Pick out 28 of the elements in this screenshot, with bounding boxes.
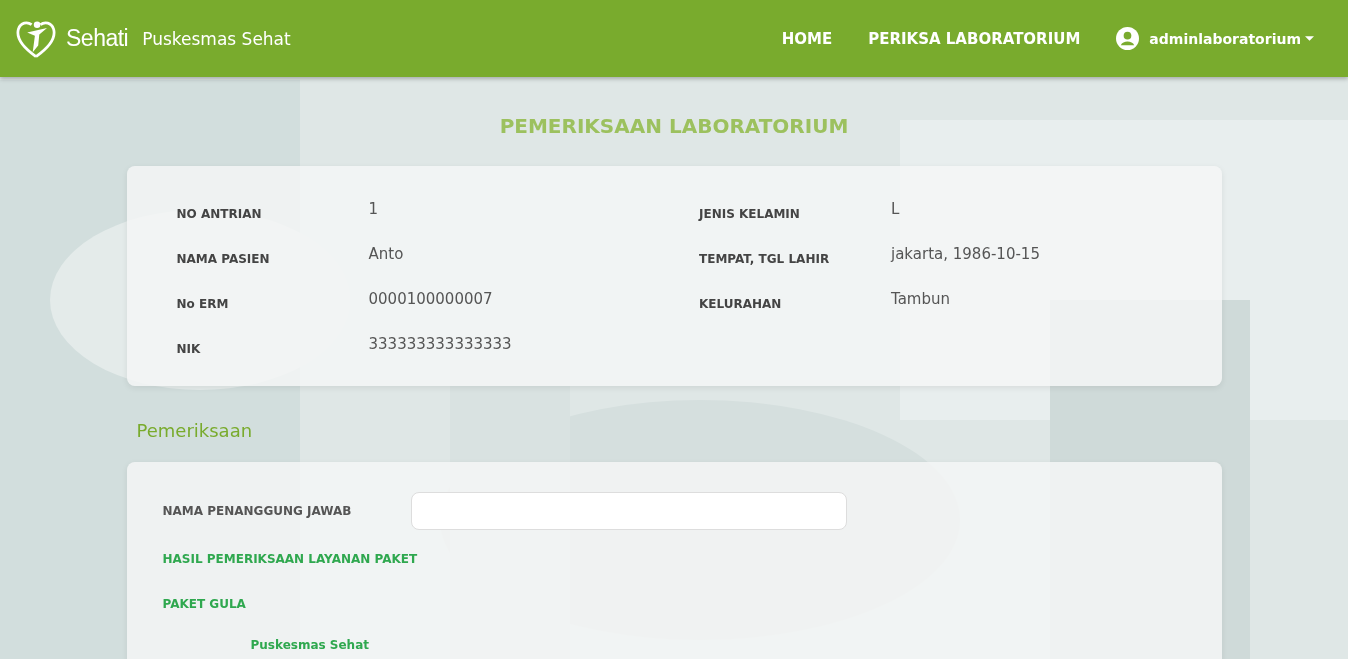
caret-icon[interactable] [1305, 35, 1314, 42]
field-label: NAMA PASIEN [176, 252, 271, 266]
field-label: TEMPAT, TGL LAHIR [699, 252, 831, 266]
brand-name[interactable]: Puskesmas Sehat [142, 28, 291, 49]
package-name: PAKET GULA [162, 597, 246, 611]
field-value: jakarta, 1986-10-15 [891, 245, 1040, 263]
field-value: 1 [368, 200, 379, 218]
field-value: 0000100000007 [368, 290, 493, 308]
field-label: NO ANTRIAN [176, 207, 263, 221]
nav-link[interactable]: HOME [781, 29, 833, 48]
field-label: NAMA PENANGGUNG JAWAB [162, 504, 353, 518]
field-value: Anto [368, 245, 404, 263]
result-heading: HASIL PEMERIKSAAN LAYANAN PAKET [162, 552, 418, 566]
user-menu[interactable]: adminlaboratorium [1149, 30, 1301, 47]
field-value: L [891, 200, 900, 218]
page-title: PEMERIKSAAN LABORATORIUM [499, 114, 849, 138]
user-avatar-icon[interactable] [1116, 27, 1140, 50]
field-label: NIK [176, 342, 202, 356]
field-value: Tambun [891, 290, 951, 308]
field-label: KELURAHAN [699, 297, 783, 311]
brand-logo-text[interactable]: Sehati [66, 25, 129, 52]
field-value: 333333333333333 [368, 335, 512, 353]
nav-link[interactable]: PERIKSA LABORATORIUM [868, 29, 1081, 48]
input-field[interactable] [410, 492, 847, 530]
field-label: No ERM [176, 297, 230, 311]
footer-text: Puskesmas Sehat [250, 638, 369, 652]
field-label: JENIS KELAMIN [699, 207, 801, 221]
section-title: Pemeriksaan [136, 420, 253, 441]
